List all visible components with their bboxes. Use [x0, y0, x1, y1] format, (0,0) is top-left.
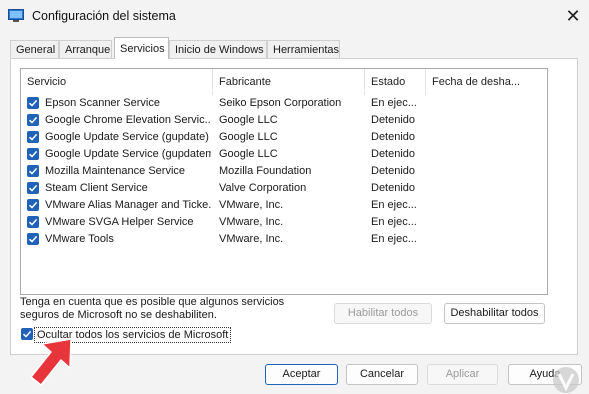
service-name: Steam Client Service: [45, 182, 148, 194]
service-maker: Google LLC: [219, 148, 278, 160]
service-status: En ejec...: [371, 233, 417, 245]
service-status: Detenido: [371, 165, 416, 177]
service-checkbox[interactable]: [27, 216, 39, 228]
table-row[interactable]: VMware SVGA Helper Service VMware, Inc. En…: [21, 214, 547, 231]
service-checkbox[interactable]: [27, 182, 39, 194]
service-maker: Mozilla Foundation: [219, 165, 312, 177]
title-bar: Configuración del sistema ✕: [0, 0, 589, 32]
service-status: En ejec...: [371, 97, 417, 109]
service-maker: VMware, Inc.: [219, 233, 284, 245]
table-row[interactable]: Google Update Service (gupdatem) Google L…: [21, 146, 547, 163]
service-checkbox[interactable]: [27, 165, 39, 177]
service-name: Epson Scanner Service: [45, 97, 160, 109]
service-maker: Google LLC: [219, 114, 278, 126]
tab-herramientas[interactable]: Herramientas: [267, 40, 340, 58]
service-name: Mozilla Maintenance Service: [45, 165, 186, 177]
service-status: Detenido: [371, 114, 416, 126]
service-checkbox[interactable]: [27, 131, 39, 143]
service-maker: VMware, Inc.: [219, 199, 284, 211]
checkmark-icon: [28, 99, 38, 107]
service-checkbox[interactable]: [27, 148, 39, 160]
microsoft-services-note: Tenga en cuenta que es posible que algun…: [20, 296, 285, 321]
service-status: En ejec...: [371, 216, 417, 228]
disable-all-button[interactable]: Deshabilitar todos: [444, 303, 545, 324]
table-row[interactable]: Mozilla Maintenance Service Mozilla Found…: [21, 163, 547, 180]
service-maker: Seiko Epson Corporation: [219, 97, 342, 109]
table-row[interactable]: VMware Alias Manager and Ticke... VMware,…: [21, 197, 547, 214]
service-status: En ejec...: [371, 199, 417, 211]
service-status: Detenido: [371, 131, 416, 143]
table-row[interactable]: Epson Scanner Service Seiko Epson Corpora…: [21, 95, 547, 112]
service-maker: Google LLC: [219, 131, 278, 143]
service-name: Google Update Service (gupdatem): [45, 148, 211, 160]
service-status: Detenido: [371, 148, 416, 160]
table-row[interactable]: Steam Client Service Valve Corporation Det…: [21, 180, 547, 197]
service-maker: Valve Corporation: [219, 182, 307, 194]
column-header-fabricante[interactable]: Fabricante: [213, 69, 365, 95]
checkmark-icon: [28, 150, 38, 158]
pointer-arrow-icon: [30, 338, 72, 386]
service-checkbox[interactable]: [27, 233, 39, 245]
tab-inicio-de-windows[interactable]: Inicio de Windows: [169, 40, 267, 58]
tab-general[interactable]: General: [10, 40, 59, 58]
tab-arranque[interactable]: Arranque: [59, 40, 112, 58]
services-list[interactable]: Servicio Fabricante Estado Fecha de desh…: [20, 68, 548, 295]
checkmark-icon: [28, 133, 38, 141]
service-name: VMware Tools: [45, 233, 114, 245]
column-header-servicio[interactable]: Servicio: [21, 69, 213, 95]
column-header-fecha[interactable]: Fecha de desha...: [426, 69, 526, 95]
close-button[interactable]: ✕: [560, 4, 586, 28]
service-name: Google Update Service (gupdate): [45, 131, 209, 143]
service-maker: VMware, Inc.: [219, 216, 284, 228]
watermark-logo: [553, 367, 579, 393]
table-row[interactable]: VMware Tools VMware, Inc. En ejec...: [21, 231, 547, 248]
service-name: Google Chrome Elevation Servic...: [45, 114, 211, 126]
enable-all-button[interactable]: Habilitar todos: [334, 303, 432, 324]
service-name: VMware Alias Manager and Ticke...: [45, 199, 211, 211]
service-checkbox[interactable]: [27, 199, 39, 211]
checkmark-icon: [28, 116, 38, 124]
ok-button[interactable]: Aceptar: [265, 364, 338, 385]
service-status: Detenido: [371, 182, 416, 194]
service-checkbox[interactable]: [27, 97, 39, 109]
checkmark-icon: [28, 201, 38, 209]
checkmark-icon: [28, 218, 38, 226]
service-checkbox[interactable]: [27, 114, 39, 126]
checkmark-icon: [28, 235, 38, 243]
tab-servicios[interactable]: Servicios: [114, 37, 169, 59]
system-config-icon: [8, 9, 24, 22]
table-row[interactable]: Google Update Service (gupdate) Google LL…: [21, 129, 547, 146]
checkmark-icon: [28, 167, 38, 175]
apply-button[interactable]: Aplicar: [427, 364, 498, 385]
table-row[interactable]: Google Chrome Elevation Servic... Google …: [21, 112, 547, 129]
checkmark-icon: [28, 184, 38, 192]
window-title: Configuración del sistema: [32, 9, 176, 23]
column-header-estado[interactable]: Estado: [365, 69, 426, 95]
cancel-button[interactable]: Cancelar: [346, 364, 418, 385]
service-name: VMware SVGA Helper Service: [45, 216, 194, 228]
